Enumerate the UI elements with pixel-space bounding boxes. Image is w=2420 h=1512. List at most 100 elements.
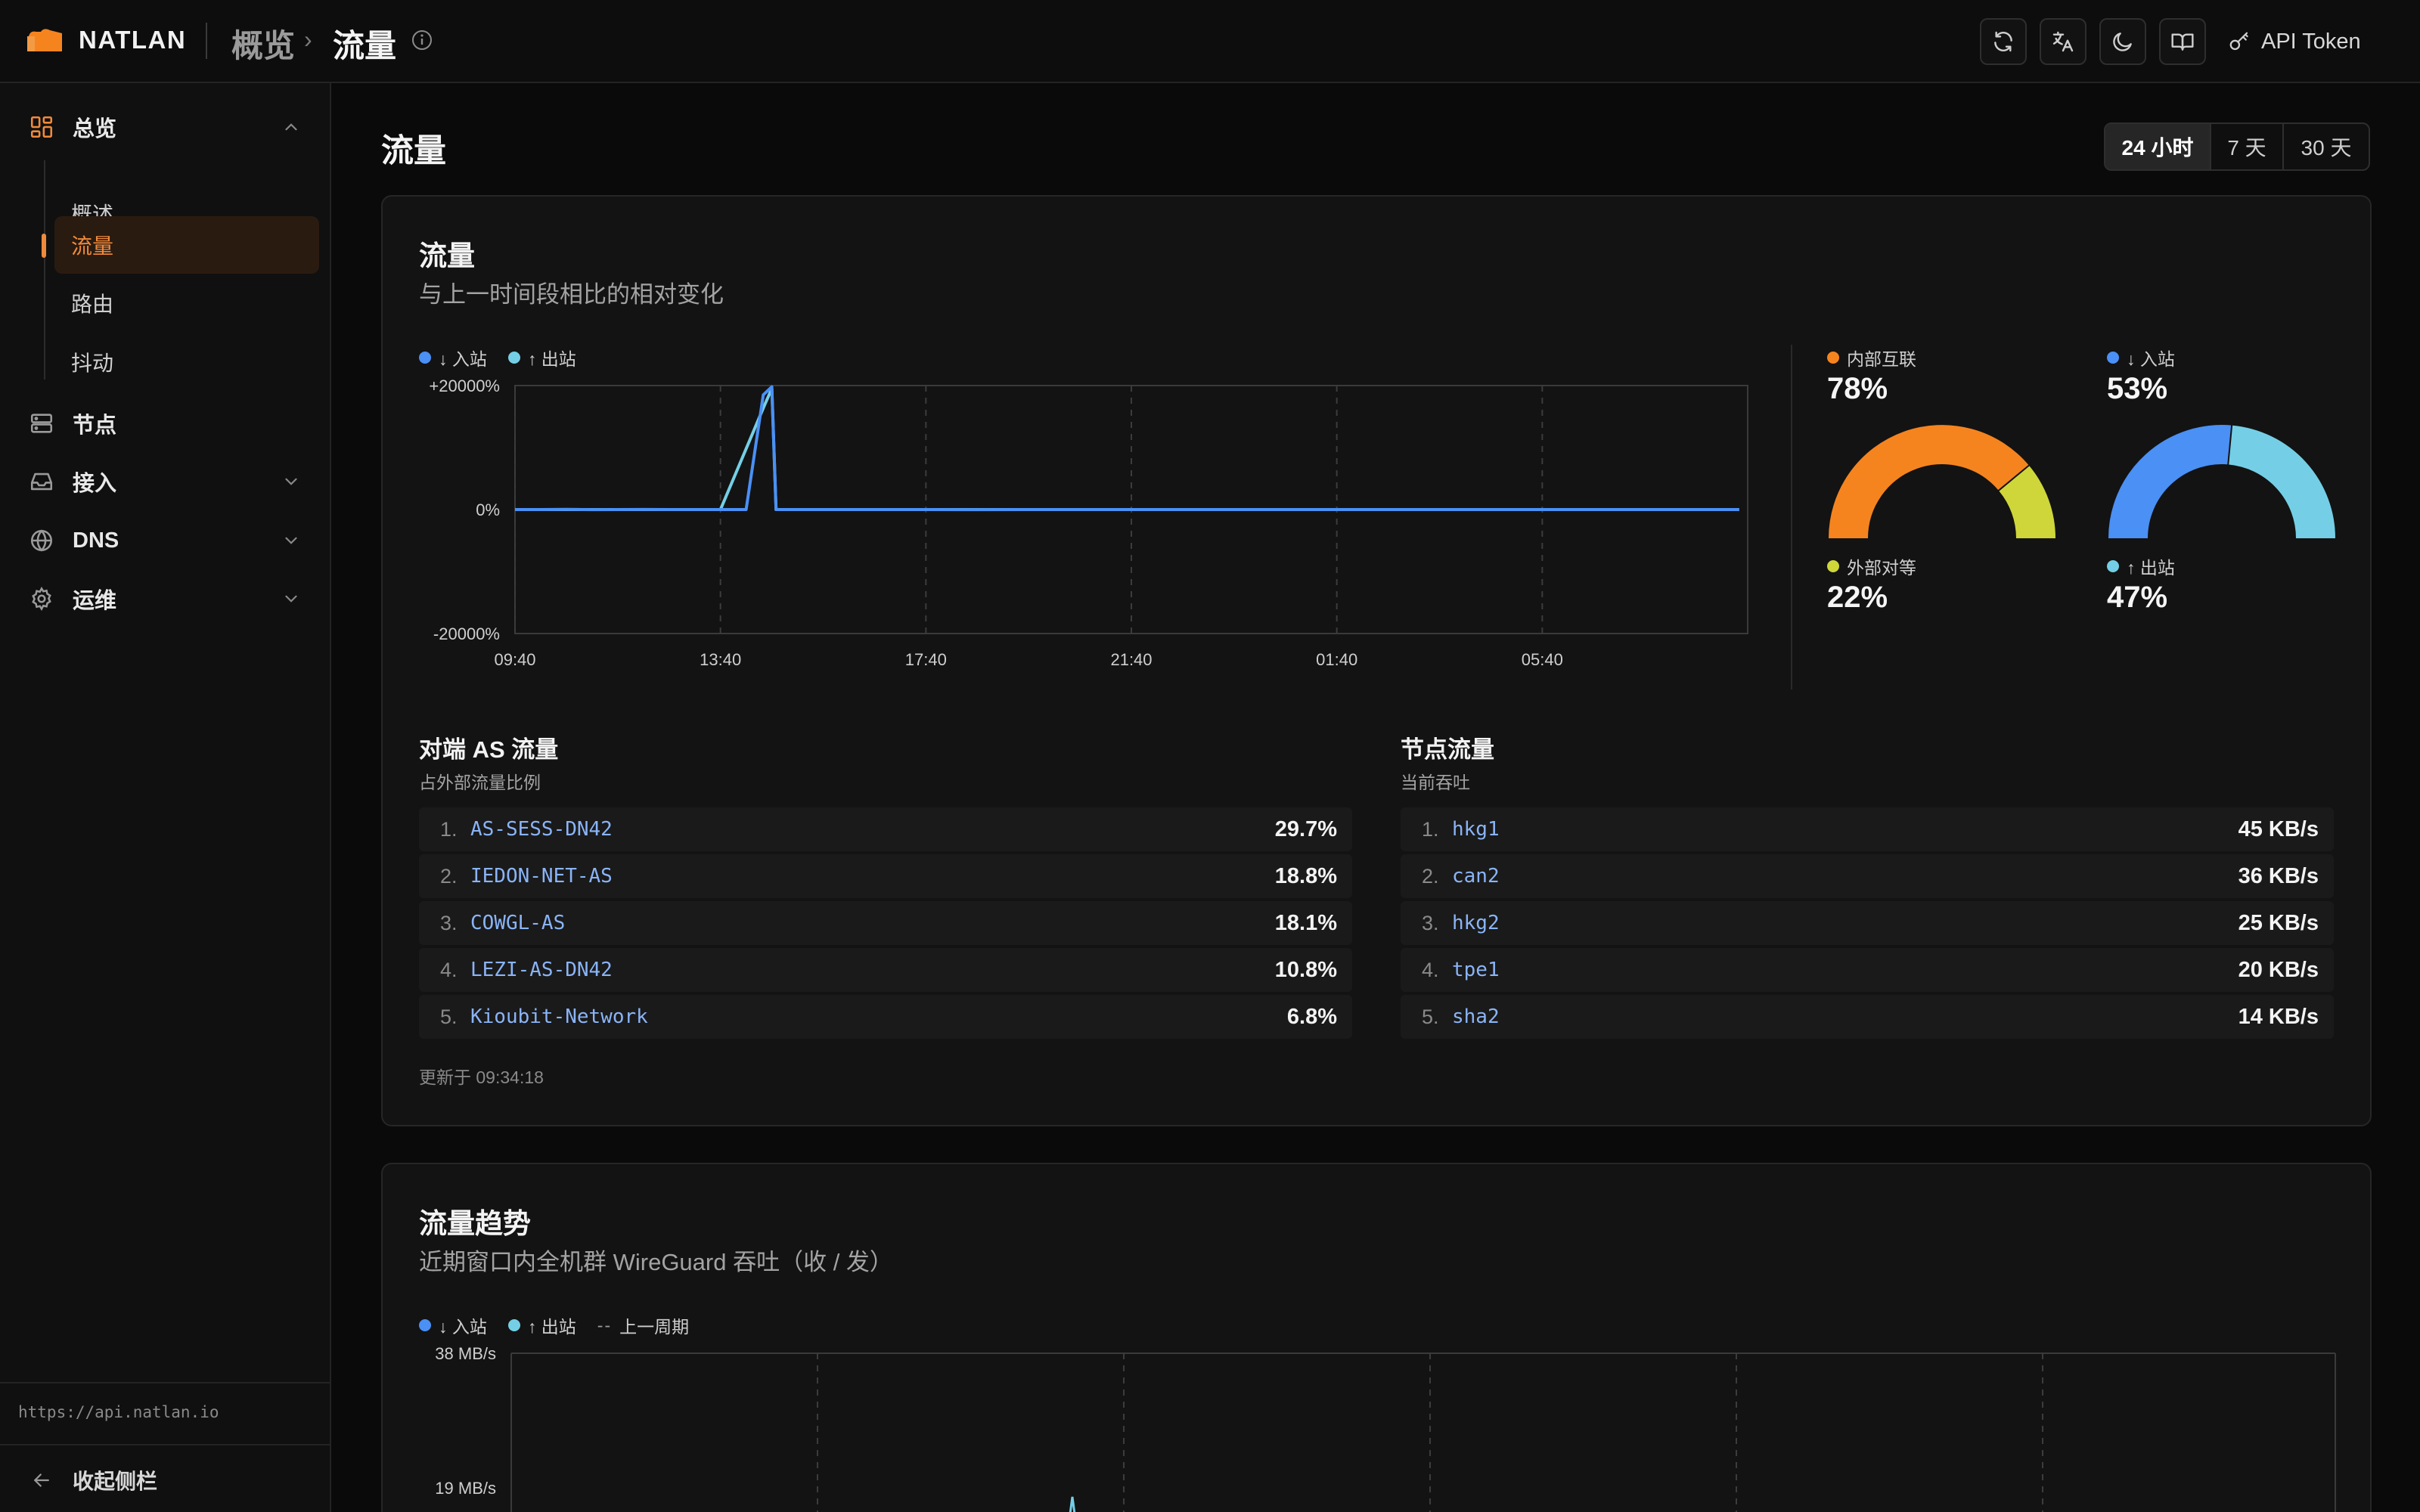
inbox-icon bbox=[30, 472, 53, 491]
series-line-outbound[interactable] bbox=[515, 387, 1739, 511]
active-indicator bbox=[42, 234, 46, 258]
gauge-slice-1[interactable] bbox=[2228, 425, 2335, 539]
range-30d-button[interactable]: 30 天 bbox=[2284, 124, 2369, 169]
gauge-internal-value: 78% bbox=[1827, 372, 1888, 405]
gauge-inbound-label: ↓ 入站 bbox=[2107, 345, 2175, 370]
server-icon bbox=[30, 414, 53, 433]
gauge-outbound-value: 47% bbox=[2107, 581, 2168, 614]
legend-item-outbound[interactable]: ↑ 出站 bbox=[507, 1312, 576, 1338]
legend-label: ↑ 出站 bbox=[527, 349, 576, 369]
list-item[interactable]: 2. IEDON-NET-AS 18.8% bbox=[419, 854, 1352, 898]
legend-item-inbound[interactable]: ↓ 入站 bbox=[419, 1312, 487, 1338]
list-item-name[interactable]: LEZI-AS-DN42 bbox=[470, 959, 613, 981]
card-title: 流量 bbox=[419, 240, 475, 271]
list-item-name[interactable]: hkg2 bbox=[1452, 912, 1500, 934]
sidebar-item-access[interactable]: 接入 bbox=[0, 457, 330, 506]
list-item-name[interactable]: sha2 bbox=[1452, 1005, 1500, 1028]
x-tick-label: 01:40 bbox=[1316, 650, 1357, 669]
list-item-value: 36 KB/s bbox=[2238, 863, 2319, 888]
api-token-button[interactable]: API Token bbox=[2228, 18, 2361, 65]
translate-icon bbox=[2052, 31, 2074, 52]
node-traffic-list: 1. hkg1 45 KB/s 2. can2 36 KB/s 3. hkg2 25 KB/s 4… bbox=[1401, 807, 2334, 1042]
info-icon[interactable] bbox=[411, 29, 433, 51]
legend-label: ↓ 入站 bbox=[439, 1317, 487, 1337]
node-list-subtitle: 当前吞吐 bbox=[1401, 773, 1470, 792]
updated-timestamp: 更新于 09:34:18 bbox=[419, 1067, 544, 1087]
list-item-name[interactable]: AS-SESS-DN42 bbox=[470, 818, 613, 841]
collapse-sidebar-button[interactable]: 收起侧栏 bbox=[30, 1465, 157, 1495]
breadcrumb-parent[interactable]: 概览 bbox=[231, 20, 295, 67]
y-tick-label: 38 MB/s bbox=[435, 1346, 496, 1363]
list-item[interactable]: 4. tpe1 20 KB/s bbox=[1401, 948, 2334, 992]
list-item[interactable]: 5. sha2 14 KB/s bbox=[1401, 995, 2334, 1039]
list-item[interactable]: 1. AS-SESS-DN42 29.7% bbox=[419, 807, 1352, 851]
legend-item-inbound[interactable]: ↓ 入站 bbox=[419, 345, 487, 370]
collapse-label: 收起侧栏 bbox=[73, 1470, 158, 1493]
api-url: https://api.natlan.io bbox=[18, 1403, 219, 1421]
list-item-name[interactable]: IEDON-NET-AS bbox=[470, 865, 613, 888]
list-item[interactable]: 4. LEZI-AS-DN42 10.8% bbox=[419, 948, 1352, 992]
list-item[interactable]: 3. COWGL-AS 18.1% bbox=[419, 901, 1352, 945]
list-item-name[interactable]: hkg1 bbox=[1452, 818, 1500, 841]
list-item-name[interactable]: can2 bbox=[1452, 865, 1500, 888]
traffic-trend-chart: 38 MB/s 19 MB/s bbox=[435, 1346, 2336, 1512]
breadcrumb-chevron-icon: › bbox=[304, 26, 312, 53]
chart-legend: ↓ 入站 ↑ 出站 bbox=[419, 345, 576, 370]
page-title: 流量 bbox=[381, 133, 446, 169]
docs-button[interactable] bbox=[2159, 18, 2206, 65]
list-item-value: 6.8% bbox=[1286, 1004, 1337, 1029]
gauge-slice-0[interactable] bbox=[2108, 425, 2233, 539]
range-7d-button[interactable]: 7 天 bbox=[2211, 124, 2284, 169]
y-tick-label: 0% bbox=[476, 500, 500, 519]
series-line-inbound[interactable] bbox=[515, 385, 1739, 512]
moon-icon bbox=[2113, 33, 2132, 51]
theme-toggle-button[interactable] bbox=[2099, 18, 2146, 65]
top-bar: NATLAN 概览 › 流量 API Token bbox=[0, 0, 2420, 83]
sidebar-subitem-routes[interactable]: 路由 bbox=[54, 275, 319, 331]
list-item[interactable]: 3. hkg2 25 KB/s bbox=[1401, 901, 2334, 945]
brand-name[interactable]: NATLAN bbox=[79, 26, 186, 54]
sidebar-item-overview[interactable]: 总览 bbox=[0, 103, 330, 151]
internal-external-gauge bbox=[1829, 425, 2055, 539]
legend-item-outbound[interactable]: ↑ 出站 bbox=[507, 345, 576, 370]
gauge-slice-0[interactable] bbox=[1829, 425, 2030, 539]
sidebar-subitem-jitter[interactable]: 抖动 bbox=[54, 334, 319, 390]
legend-dot bbox=[2107, 352, 2119, 364]
gauge-inbound-value: 53% bbox=[2107, 372, 2168, 405]
natlan-logo-icon bbox=[27, 29, 62, 51]
legend-dot bbox=[507, 352, 520, 364]
list-item[interactable]: 5. Kioubit-Network 6.8% bbox=[419, 995, 1352, 1039]
refresh-button[interactable] bbox=[1980, 18, 2027, 65]
list-item-value: 25 KB/s bbox=[2238, 910, 2319, 935]
sidebar-item-label: 总览 bbox=[73, 117, 117, 141]
sidebar-item-nodes[interactable]: 节点 bbox=[0, 399, 330, 448]
list-item-name[interactable]: tpe1 bbox=[1452, 959, 1500, 981]
legend-item-previous[interactable]: -- 上一周期 bbox=[597, 1312, 689, 1338]
chevron-down-icon bbox=[285, 478, 297, 485]
list-item-rank: 4. bbox=[1422, 958, 1439, 981]
sidebar-divider bbox=[0, 1382, 330, 1383]
legend-label: ↓ 入站 bbox=[439, 349, 487, 369]
list-item-name[interactable]: COWGL-AS bbox=[470, 912, 565, 934]
chevron-down-icon bbox=[285, 537, 297, 544]
sidebar-item-label: 接入 bbox=[73, 472, 117, 496]
chart-divider bbox=[1791, 345, 1792, 689]
list-item[interactable]: 1. hkg1 45 KB/s bbox=[1401, 807, 2334, 851]
y-tick-label: +20000% bbox=[429, 378, 500, 395]
sidebar-subitem-traffic[interactable]: 流量 bbox=[54, 216, 319, 274]
sidebar-item-ops[interactable]: 运维 bbox=[0, 575, 330, 623]
list-item-name[interactable]: Kioubit-Network bbox=[470, 1005, 648, 1028]
language-button[interactable] bbox=[2040, 18, 2086, 65]
series-line-outbound[interactable] bbox=[1069, 1496, 1076, 1512]
gauge-label-text: ↓ 入站 bbox=[2127, 349, 2175, 369]
gauge-slice-1[interactable] bbox=[1998, 466, 2055, 539]
sidebar-item-label: DNS bbox=[73, 528, 119, 553]
sidebar-item-label: 节点 bbox=[73, 414, 117, 438]
legend-dot bbox=[2107, 560, 2119, 572]
list-item[interactable]: 2. can2 36 KB/s bbox=[1401, 854, 2334, 898]
y-tick-label: -20000% bbox=[433, 624, 500, 643]
range-24h-button[interactable]: 24 小时 bbox=[2105, 124, 2211, 169]
sidebar-item-dns[interactable]: DNS bbox=[0, 516, 330, 565]
y-tick-label: 19 MB/s bbox=[435, 1479, 496, 1498]
as-list-title: 对端 AS 流量 bbox=[419, 736, 559, 763]
